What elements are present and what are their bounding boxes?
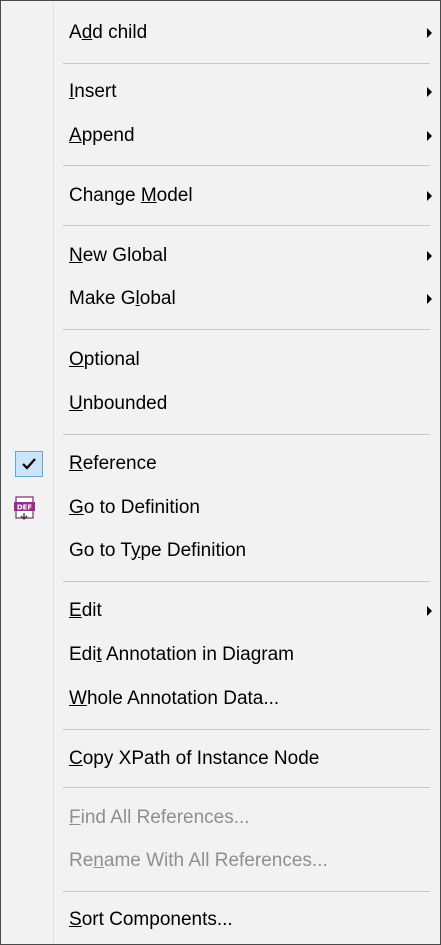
menu-item-label: Sort Components... [69, 909, 233, 930]
submenu-arrow-icon [427, 294, 432, 304]
menu-item-label: Make Global [69, 288, 176, 309]
menu-item-label: Go to Type Definition [69, 540, 247, 561]
menu-separator [63, 165, 430, 166]
submenu-arrow-icon [427, 191, 432, 201]
menu-separator [63, 581, 430, 582]
menu-item-label: New Global [69, 245, 168, 266]
go-to-definition-icon: DEF [14, 496, 38, 520]
menu-item-reference[interactable]: Reference [1, 444, 440, 484]
menu-item-whole-annotation-data[interactable]: Whole Annotation Data... [1, 679, 440, 719]
menu-item-label: Rename With All References... [69, 850, 328, 871]
menu-separator [63, 787, 430, 788]
menu-item-copy-xpath-of-instance-node[interactable]: Copy XPath of Instance Node [1, 739, 440, 779]
submenu-arrow-icon [427, 28, 432, 38]
menu-item-label: Optional [69, 349, 140, 370]
menu-separator [63, 63, 430, 64]
menu-item-label: Whole Annotation Data... [69, 688, 280, 709]
menu-item-label: Edit Annotation in Diagram [69, 644, 294, 665]
submenu-arrow-icon [427, 131, 432, 141]
menu-item-label: Copy XPath of Instance Node [69, 748, 320, 769]
menu-item-label: Insert [69, 81, 117, 102]
menu-item-go-to-type-definition[interactable]: Go to Type Definition [1, 531, 440, 571]
menu-item-label: Change Model [69, 185, 193, 206]
menu-separator [63, 891, 430, 892]
checkmark-icon [15, 451, 43, 477]
menu-item-optional[interactable]: Optional [1, 340, 440, 380]
menu-item-append[interactable]: Append [1, 116, 440, 156]
menu-item-edit-annotation-in-diagram[interactable]: Edit Annotation in Diagram [1, 635, 440, 675]
menu-item-unbounded[interactable]: Unbounded [1, 384, 440, 424]
menu-item-label: Unbounded [69, 393, 168, 414]
menu-item-change-model[interactable]: Change Model [1, 176, 440, 216]
menu-item-label: Append [69, 125, 135, 146]
submenu-arrow-icon [427, 87, 432, 97]
menu-item-insert[interactable]: Insert [1, 72, 440, 112]
menu-item-label: Reference [69, 453, 157, 474]
menu-separator [63, 329, 430, 330]
menu-separator [63, 729, 430, 730]
menu-item-go-to-definition[interactable]: DEF Go to Definition [1, 488, 440, 528]
menu-item-add-child[interactable]: Add child [1, 13, 440, 53]
menu-item-label: Go to Definition [69, 497, 200, 518]
menu-separator [63, 225, 430, 226]
menu-item-label: Find All References... [69, 807, 250, 828]
submenu-arrow-icon [427, 606, 432, 616]
context-menu: Add child Insert Append Change Model New… [0, 0, 441, 945]
menu-separator [63, 434, 430, 435]
menu-item-new-global[interactable]: New Global [1, 236, 440, 276]
submenu-arrow-icon [427, 251, 432, 261]
menu-item-label: Edit [69, 600, 102, 621]
menu-item-label: Add child [69, 22, 148, 43]
menu-item-find-all-references: Find All References... [1, 798, 440, 838]
menu-item-sort-components[interactable]: Sort Components... [1, 900, 440, 940]
menu-item-rename-with-all-references: Rename With All References... [1, 841, 440, 881]
menu-item-make-global[interactable]: Make Global [1, 279, 440, 319]
svg-text:DEF: DEF [17, 503, 33, 511]
menu-item-edit[interactable]: Edit [1, 591, 440, 631]
